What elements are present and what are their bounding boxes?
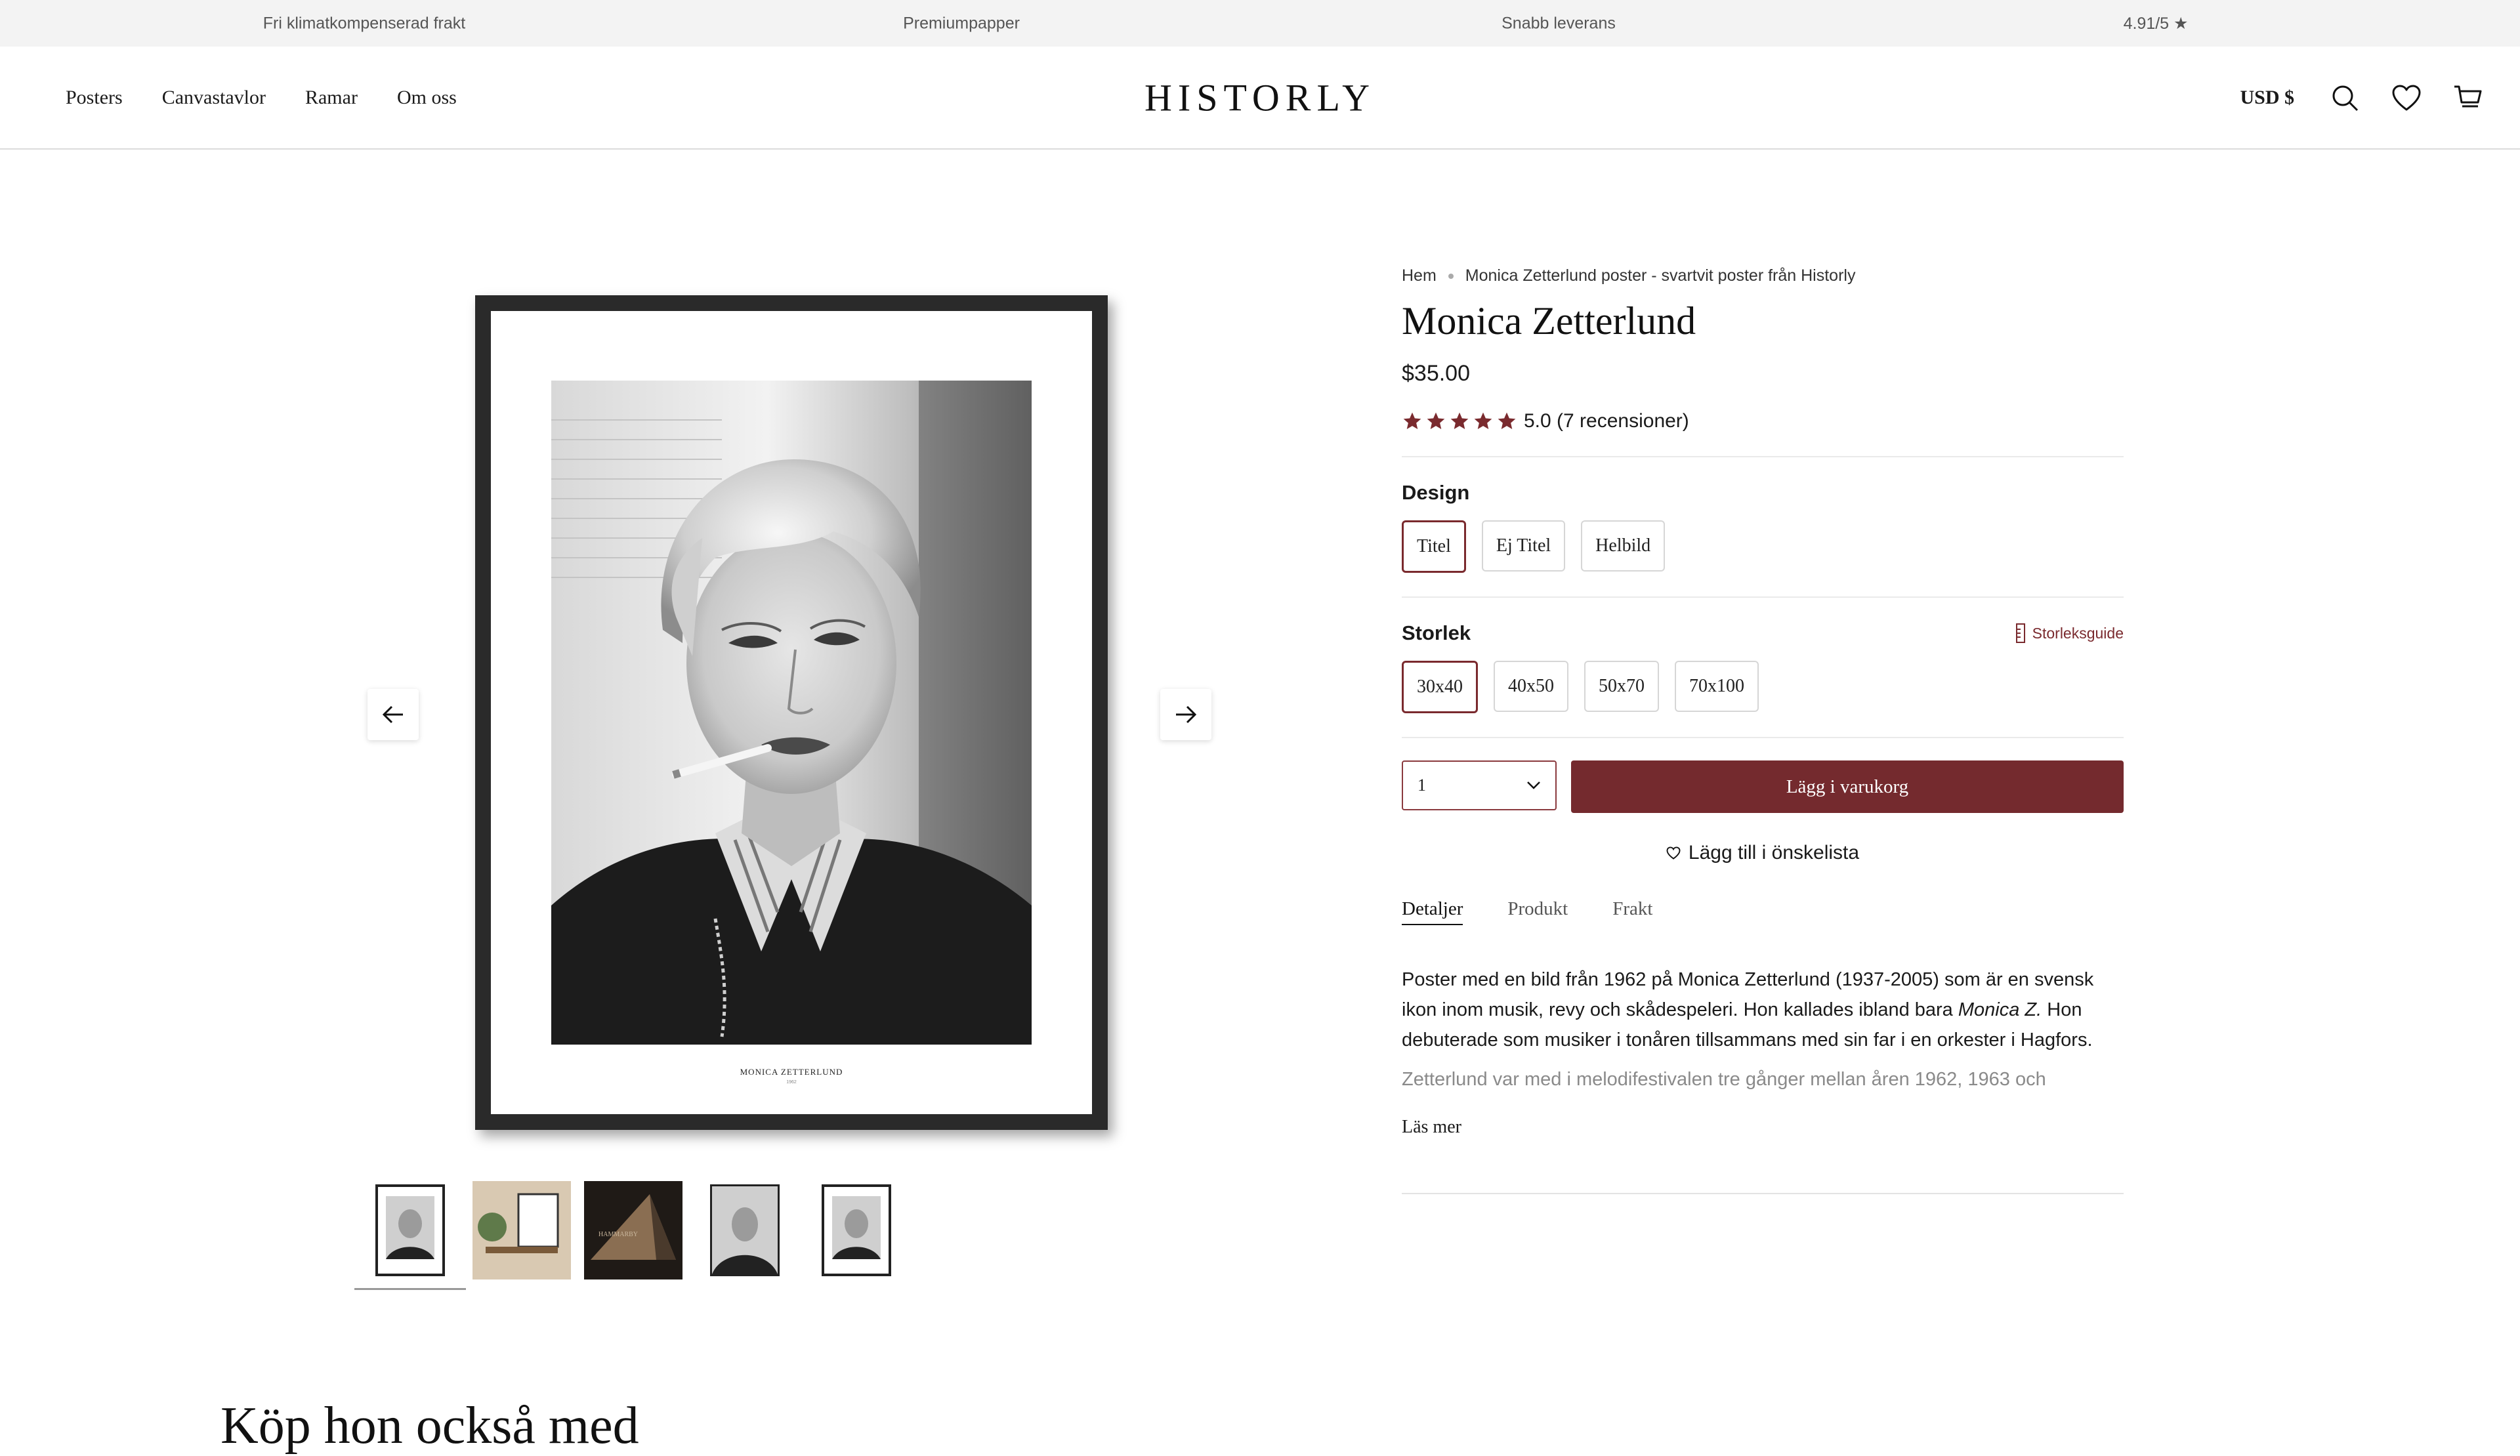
description-fade: Zetterlund var med i melodifestivalen tr… — [1402, 1069, 2046, 1090]
product-title: Monica Zetterlund — [1402, 299, 1696, 343]
announcement-bar: Fri klimatkompenserad frakt Premiumpappe… — [0, 0, 2520, 47]
size-option-30x40[interactable]: 30x40 — [1402, 661, 1478, 713]
search-icon[interactable] — [2330, 83, 2360, 113]
poster-caption: Monica Zetterlund — [740, 1067, 843, 1077]
divider — [1402, 456, 2124, 457]
size-guide-link[interactable]: Storleksguide — [2015, 623, 2124, 644]
tab-produkt[interactable]: Produkt — [1507, 898, 1568, 925]
poster-mat: Monica Zetterlund 1962 — [491, 311, 1092, 1114]
size-options: 30x40 40x50 50x70 70x100 — [1402, 661, 2124, 713]
design-option-helbild[interactable]: Helbild — [1581, 520, 1666, 572]
nav-posters[interactable]: Posters — [66, 87, 123, 109]
size-option-40x50[interactable]: 40x50 — [1494, 661, 1568, 712]
thumbnail-3[interactable]: HAMMARBY — [578, 1175, 689, 1286]
announcement-shipping: Fri klimatkompenserad frakt — [262, 14, 466, 32]
breadcrumb-separator — [1448, 273, 1454, 279]
cart-icon[interactable] — [2453, 83, 2483, 113]
ruler-icon — [2015, 623, 2025, 643]
design-label: Design — [1402, 481, 1470, 504]
breadcrumb: Hem Monica Zetterlund poster - svartvit … — [1402, 266, 2124, 285]
read-more-link[interactable]: Läs mer — [1402, 1117, 2124, 1138]
rating-text: 5.0 (7 recensioner) — [1524, 410, 1689, 432]
main-nav: Posters Canvastavlor Ramar Om oss — [66, 47, 457, 148]
announcement-rating: 4.91/5 ★ — [2123, 14, 2189, 33]
quantity-select[interactable]: 1 — [1402, 760, 1557, 810]
svg-text:HAMMARBY: HAMMARBY — [598, 1231, 638, 1238]
heart-icon — [1666, 846, 1681, 860]
add-to-wishlist-button[interactable]: Lägg till i önskelista — [1402, 842, 2124, 864]
wishlist-label: Lägg till i önskelista — [1688, 842, 1860, 863]
site-logo[interactable]: HISTORLY — [1144, 75, 1376, 119]
related-section-heading: Köp hon också med — [220, 1397, 639, 1455]
tab-detaljer[interactable]: Detaljer — [1402, 898, 1463, 925]
size-option-70x100[interactable]: 70x100 — [1675, 661, 1759, 712]
poster-photo — [551, 381, 1032, 1045]
thumbnail-4[interactable] — [689, 1175, 801, 1286]
rating-stars — [1402, 411, 1517, 432]
thumbnail-strip: HAMMARBY — [354, 1175, 912, 1290]
product-info: Hem Monica Zetterlund poster - svartvit … — [1402, 262, 2124, 1194]
product-price: $35.00 — [1402, 361, 1470, 386]
product-description: Poster med en bild från 1962 på Monica Z… — [1402, 965, 2124, 1055]
description-italic: Monica Z. — [1958, 999, 2042, 1020]
poster-year: 1962 — [786, 1080, 797, 1085]
heart-icon[interactable] — [2391, 83, 2422, 113]
divider — [1402, 596, 2124, 598]
thumbnail-2[interactable] — [466, 1175, 578, 1286]
design-options: Titel Ej Titel Helbild — [1402, 520, 2124, 573]
currency-selector[interactable]: USD $ — [2240, 87, 2294, 109]
product-tabs: Detaljer Produkt Frakt — [1402, 898, 2124, 925]
divider — [1402, 1193, 2124, 1194]
thumbnail-5[interactable] — [801, 1175, 912, 1286]
design-option-ej-titel[interactable]: Ej Titel — [1481, 520, 1566, 572]
header-actions: USD $ — [2240, 47, 2483, 148]
arrow-left-icon — [382, 705, 403, 724]
add-to-cart-row: 1 Lägg i varukorg — [1402, 760, 2124, 813]
nav-om-oss[interactable]: Om oss — [397, 87, 457, 109]
nav-canvastavlor[interactable]: Canvastavlor — [162, 87, 266, 109]
divider — [1402, 737, 2124, 738]
announcement-paper: Premiumpapper — [903, 14, 1020, 32]
star-icon — [1498, 412, 1516, 429]
product-gallery: Monica Zetterlund 1962 HAMMARBY — [341, 262, 1221, 1299]
next-image-button[interactable] — [1160, 689, 1211, 740]
breadcrumb-current: Monica Zetterlund poster - svartvit post… — [1465, 266, 1856, 285]
size-guide-label: Storleksguide — [2032, 624, 2124, 642]
star-icon — [1403, 412, 1421, 429]
breadcrumb-home[interactable]: Hem — [1402, 266, 1437, 285]
add-to-cart-button[interactable]: Lägg i varukorg — [1571, 760, 2124, 813]
prev-image-button[interactable] — [368, 689, 419, 740]
star-icon — [1450, 412, 1469, 429]
poster-frame: Monica Zetterlund 1962 — [475, 295, 1108, 1130]
size-label: Storlek — [1402, 621, 1471, 644]
size-header: Storlek Storleksguide — [1402, 621, 2124, 645]
nav-ramar[interactable]: Ramar — [305, 87, 358, 109]
design-option-titel[interactable]: Titel — [1402, 520, 1466, 573]
arrow-right-icon — [1176, 705, 1197, 724]
quantity-value: 1 — [1418, 776, 1426, 795]
chevron-down-icon — [1527, 781, 1540, 789]
tab-frakt[interactable]: Frakt — [1612, 898, 1652, 925]
size-option-50x70[interactable]: 50x70 — [1584, 661, 1659, 712]
site-header: Posters Canvastavlor Ramar Om oss HISTOR… — [0, 47, 2520, 150]
announcement-delivery: Snabb leverans — [1502, 14, 1616, 32]
star-icon — [1474, 412, 1492, 429]
star-icon — [1427, 412, 1445, 429]
product-rating[interactable]: 5.0 (7 recensioner) — [1402, 410, 2124, 432]
thumbnail-1[interactable] — [354, 1175, 466, 1290]
